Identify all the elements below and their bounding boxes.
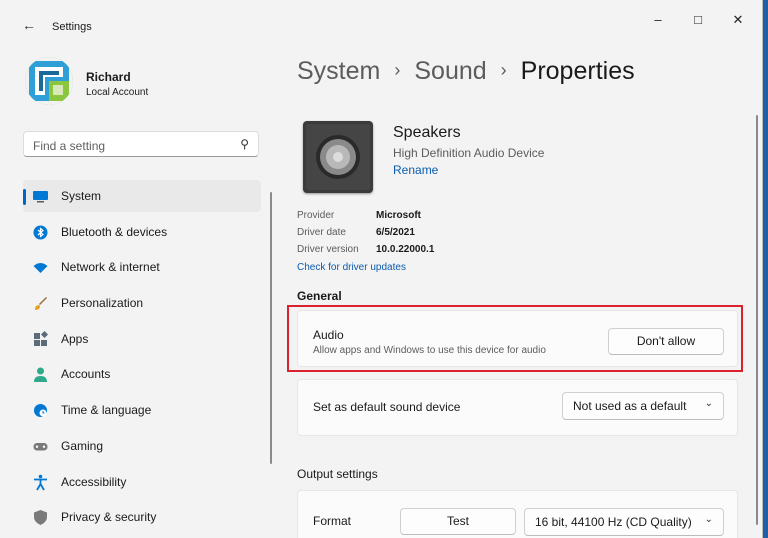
sidebar-item-label: Bluetooth & devices (61, 224, 168, 239)
monitor-icon (33, 191, 48, 203)
driver-version-label: Driver version (297, 244, 359, 255)
audio-title: Audio (313, 328, 344, 342)
sidebar-item-accounts[interactable]: Accounts (23, 358, 261, 390)
audio-subtitle: Allow apps and Windows to use this devic… (313, 345, 546, 356)
sidebar-item-gaming[interactable]: Gaming (23, 430, 261, 462)
sidebar-item-accessibility[interactable]: Accessibility (23, 466, 261, 498)
sidebar-item-privacy-security[interactable]: Privacy & security (23, 501, 261, 533)
sidebar-item-label: Accounts (61, 367, 111, 382)
title-bar: ← Settings – □ ✕ (0, 0, 762, 40)
driver-date-label: Driver date (297, 227, 346, 238)
breadcrumb: System › Sound › Properties (297, 57, 635, 86)
default-device-label: Set as default sound device (313, 400, 461, 414)
dont-allow-button[interactable]: Don't allow (608, 328, 724, 355)
format-label: Format (313, 514, 352, 528)
chevron-down-icon: ⌄ (704, 514, 713, 525)
settings-window: ← Settings – □ ✕ Richard Local Account F… (0, 0, 763, 538)
dropdown-value: Not used as a default (573, 399, 687, 413)
sidebar-item-label: Personalization (61, 296, 144, 311)
person-icon (34, 367, 47, 383)
test-button[interactable]: Test (400, 508, 516, 535)
format-dropdown[interactable]: 16 bit, 44100 Hz (CD Quality) ⌄ (524, 508, 724, 536)
rename-link[interactable]: Rename (393, 163, 438, 177)
sidebar-item-label: Time & language (61, 403, 152, 418)
nav-list: System Bluetooth & devices Network & int… (23, 180, 261, 537)
sidebar-item-bluetooth[interactable]: Bluetooth & devices (23, 216, 261, 248)
driver-date-value: 6/5/2021 (376, 227, 415, 238)
sidebar-item-label: System (61, 189, 102, 203)
sidebar-item-label: Gaming (61, 438, 104, 453)
bluetooth-icon (33, 225, 48, 240)
page-title: Properties (520, 57, 635, 85)
sidebar-item-network[interactable]: Network & internet (23, 251, 261, 283)
globe-clock-icon (34, 404, 47, 418)
provider-value: Microsoft (376, 210, 421, 221)
audio-card: Audio Allow apps and Windows to use this… (297, 310, 738, 367)
speaker-icon (303, 121, 373, 193)
sidebar-scrollbar[interactable] (270, 192, 272, 464)
user-name: Richard (86, 70, 131, 84)
breadcrumb-chevron-icon: › (394, 60, 401, 80)
check-driver-updates-link[interactable]: Check for driver updates (297, 262, 406, 273)
avatar-logo-icon (25, 57, 73, 105)
format-card: Format Test 16 bit, 44100 Hz (CD Quality… (297, 490, 738, 538)
avatar[interactable] (25, 57, 73, 105)
wifi-icon (33, 263, 48, 274)
sidebar-item-label: Accessibility (61, 474, 127, 489)
search-icon[interactable]: ⚲ (240, 137, 249, 151)
driver-version-value: 10.0.22000.1 (376, 244, 435, 255)
chevron-down-icon: ⌄ (704, 398, 713, 409)
default-device-dropdown[interactable]: Not used as a default ⌄ (562, 392, 724, 420)
sidebar-item-label: Privacy & security (61, 510, 157, 525)
breadcrumb-chevron-icon: › (500, 60, 507, 80)
device-description: High Definition Audio Device (393, 146, 545, 160)
provider-label: Provider (297, 210, 335, 221)
sidebar: Richard Local Account Find a setting ⚲ S… (0, 40, 275, 538)
output-section-title: Output settings (297, 467, 378, 481)
close-button[interactable]: ✕ (715, 8, 761, 32)
account-type: Local Account (86, 87, 149, 98)
sidebar-item-label: Network & internet (61, 260, 160, 275)
sidebar-item-time-language[interactable]: Time & language (23, 394, 261, 426)
search-placeholder: Find a setting (33, 139, 106, 153)
breadcrumb-sound[interactable]: Sound (414, 57, 486, 85)
search-input[interactable]: Find a setting ⚲ (23, 131, 259, 157)
default-device-card: Set as default sound device Not used as … (297, 379, 738, 436)
accessibility-icon (34, 474, 47, 490)
sidebar-item-apps[interactable]: Apps (23, 323, 261, 355)
device-name: Speakers (393, 124, 461, 141)
back-arrow-icon[interactable]: ← (22, 18, 36, 32)
controller-icon (33, 442, 48, 451)
breadcrumb-system[interactable]: System (297, 57, 380, 85)
format-dropdown-value: 16 bit, 44100 Hz (CD Quality) (535, 515, 692, 529)
sidebar-item-system[interactable]: System (23, 180, 261, 212)
shield-icon (34, 510, 47, 526)
sidebar-item-personalization[interactable]: Personalization (23, 287, 261, 319)
brush-icon (35, 297, 47, 311)
app-title: Settings (52, 21, 92, 33)
main-scrollbar[interactable] (756, 115, 758, 525)
apps-icon (34, 330, 49, 346)
general-section-title: General (297, 289, 342, 303)
sidebar-item-label: Apps (61, 331, 89, 346)
